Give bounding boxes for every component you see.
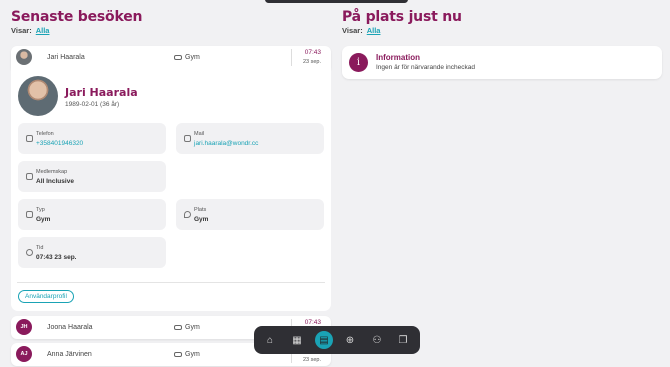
documents-icon[interactable]: ❐: [395, 332, 411, 348]
filter-label: Visar:: [342, 26, 363, 35]
phone-value[interactable]: +358401946320: [36, 140, 83, 147]
place-label: Plats: [194, 207, 207, 213]
time-label: 07:43: [304, 319, 321, 326]
profile-dob: 1989-02-01 (36 år): [65, 101, 120, 108]
avatar: [16, 49, 32, 65]
info-title: Information: [376, 53, 420, 62]
user-profile-button[interactable]: Användarprofil: [18, 290, 74, 303]
row-divider: [291, 49, 292, 66]
home-icon[interactable]: ⌂: [262, 332, 278, 348]
membership-icon: [26, 173, 33, 180]
mail-icon: [184, 135, 191, 142]
gym-icon: [174, 54, 182, 60]
top-handle: [265, 0, 408, 3]
gym-icon: [174, 351, 182, 357]
gym-icon: [174, 324, 182, 330]
gym-icon: [26, 211, 33, 218]
visitor-detail-panel: Jari Haarala 1989-02-01 (36 år) Telefon …: [11, 68, 331, 311]
place-value: Gym: [194, 216, 209, 223]
visit-date: 23 sep.: [303, 354, 321, 363]
phone-label: Telefon: [36, 131, 54, 137]
visitor-name: Jari Haarala: [47, 54, 85, 61]
clock-icon: [26, 249, 33, 256]
visit-place: Gym: [174, 54, 200, 61]
visitor-name: Joona Haarala: [47, 324, 93, 331]
profile-photo: [18, 76, 58, 116]
place-label: Gym: [185, 324, 200, 331]
add-user-icon[interactable]: ⊕: [342, 332, 358, 348]
calendar-icon[interactable]: ▦: [289, 332, 305, 348]
avatar: JH: [16, 319, 32, 335]
visit-place: Gym: [174, 351, 200, 358]
type-field: Typ Gym: [18, 199, 166, 230]
place-field: Plats Gym: [176, 199, 324, 230]
filter-row: Visar: Alla: [342, 26, 380, 35]
time-field: Tid 07:43 23 sep.: [18, 237, 166, 268]
info-text: Ingen är för närvarande incheckad: [376, 64, 476, 71]
date-label: 23 sep.: [302, 59, 321, 65]
filter-row: Visar: Alla: [11, 26, 49, 35]
phone-field[interactable]: Telefon +358401946320: [18, 123, 166, 154]
place-label: Gym: [185, 54, 200, 61]
filter-link-all[interactable]: Alla: [36, 26, 50, 35]
visitor-name: Anna Järvinen: [47, 351, 92, 358]
type-value: Gym: [36, 216, 51, 223]
visit-row-expanded[interactable]: Jari Haarala Gym 07:43 23 sep.: [11, 46, 331, 69]
phone-icon: [26, 135, 33, 142]
information-card: i Information Ingen är för närvarande in…: [342, 46, 662, 79]
visit-time: 07:43: [305, 319, 321, 326]
time-label: 07:43: [304, 49, 321, 56]
membership-value: All Inclusive: [36, 178, 74, 185]
type-label: Typ: [36, 207, 45, 213]
info-icon: i: [349, 53, 368, 72]
on-site-title: På plats just nu: [342, 9, 462, 25]
recent-visits-title: Senaste besöken: [11, 9, 143, 25]
mail-label: Mail: [194, 131, 205, 137]
mail-value[interactable]: jari.haarala@wondr.cc: [194, 140, 258, 147]
bottom-dock: ⌂ ▦ ▤ ⊕ ⚇ ❐: [254, 326, 420, 354]
mail-field[interactable]: Mail jari.haarala@wondr.cc: [176, 123, 324, 154]
profile-name: Jari Haarala: [65, 86, 138, 99]
group-icon[interactable]: ⚇: [369, 332, 385, 348]
membership-label: Medlemskap: [36, 169, 68, 175]
visit-time: 07:43 23 sep.: [303, 49, 321, 65]
time-value: 07:43 23 sep.: [36, 254, 77, 261]
filter-label: Visar:: [11, 26, 32, 35]
location-pin-icon: [184, 211, 191, 218]
visit-place: Gym: [174, 324, 200, 331]
place-label: Gym: [185, 351, 200, 358]
avatar: AJ: [16, 346, 32, 362]
time-label: Tid: [36, 245, 44, 251]
divider: [17, 282, 325, 283]
clipboard-icon[interactable]: ▤: [315, 331, 333, 349]
membership-field: Medlemskap All Inclusive: [18, 161, 166, 192]
date-label: 23 sep.: [302, 357, 321, 363]
filter-link-all[interactable]: Alla: [367, 26, 381, 35]
